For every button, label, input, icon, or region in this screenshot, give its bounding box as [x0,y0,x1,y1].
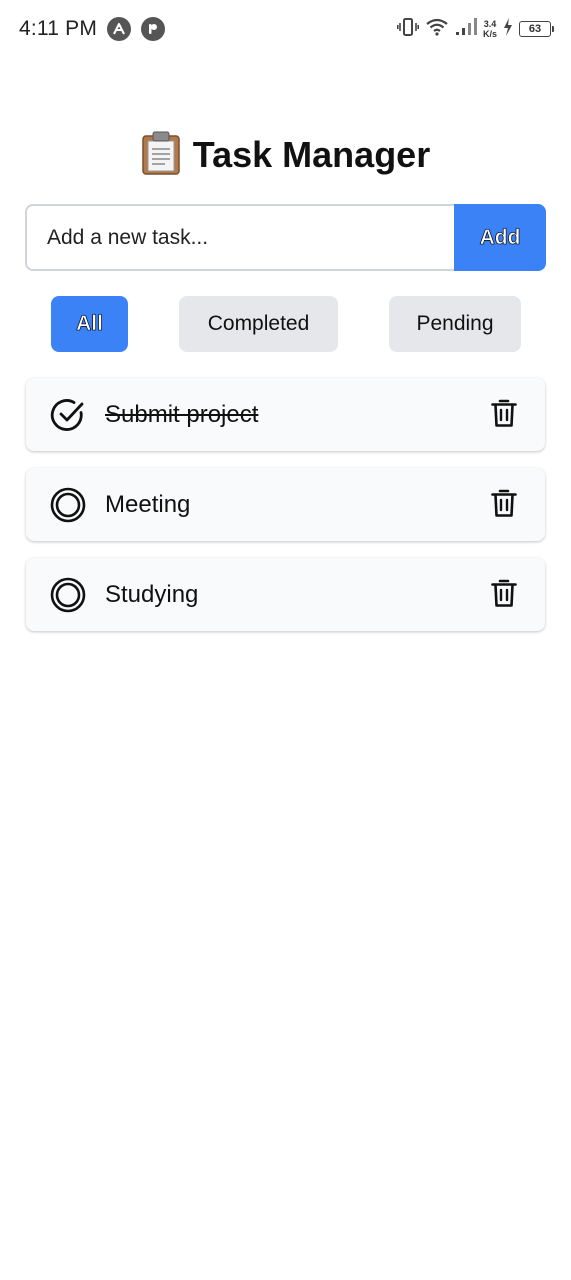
radio-circle-icon[interactable] [50,487,86,523]
trash-icon [491,398,517,431]
page-header: Task Manager [0,128,571,182]
notification-a-icon [107,17,132,41]
radio-circle-icon[interactable] [50,577,86,613]
charging-icon [503,17,513,41]
new-task-input[interactable] [25,204,454,271]
check-circle-icon[interactable] [50,397,86,433]
battery-icon: 63 [519,21,554,37]
delete-task-button[interactable] [489,489,519,521]
task-list: Submit project Meeting Studying [26,378,545,648]
app-screen: 4:11 PM 3.4 K/s 63 Task Manager Add a ne… [0,0,571,1280]
status-bar-left: 4:11 PM [19,17,166,41]
task-label: Studying [105,580,199,608]
clipboard-icon [141,131,181,180]
page-title: Task Manager [192,134,431,175]
filter-all-button[interactable]: All [51,296,128,352]
battery-level: 63 [528,23,542,35]
notification-app-icon [141,17,166,41]
status-bar: 4:11 PM 3.4 K/s 63 [0,0,571,58]
filter-pending-button[interactable]: Pending [389,296,521,352]
task-label: Submit project [105,400,259,428]
task-item: Submit project [26,378,545,451]
filter-bar: All Completed Pending [0,296,571,352]
new-task-form: Add [25,204,546,271]
trash-icon [491,488,517,521]
status-time: 4:11 PM [19,17,98,40]
filter-completed-button[interactable]: Completed [179,296,338,352]
vibrate-icon [396,17,419,42]
network-speed-value: 3.4 [483,19,497,29]
network-speed: 3.4 K/s [483,19,497,39]
network-speed-unit: K/s [482,29,497,39]
delete-task-button[interactable] [489,579,519,611]
wifi-icon [425,17,449,42]
signal-icon [455,17,477,42]
task-item: Meeting [26,468,545,541]
trash-icon [491,578,517,611]
add-task-button[interactable]: Add [454,204,546,271]
delete-task-button[interactable] [489,399,519,431]
task-label: Meeting [105,490,191,518]
status-bar-right: 3.4 K/s 63 [396,17,554,42]
task-item: Studying [26,558,545,631]
